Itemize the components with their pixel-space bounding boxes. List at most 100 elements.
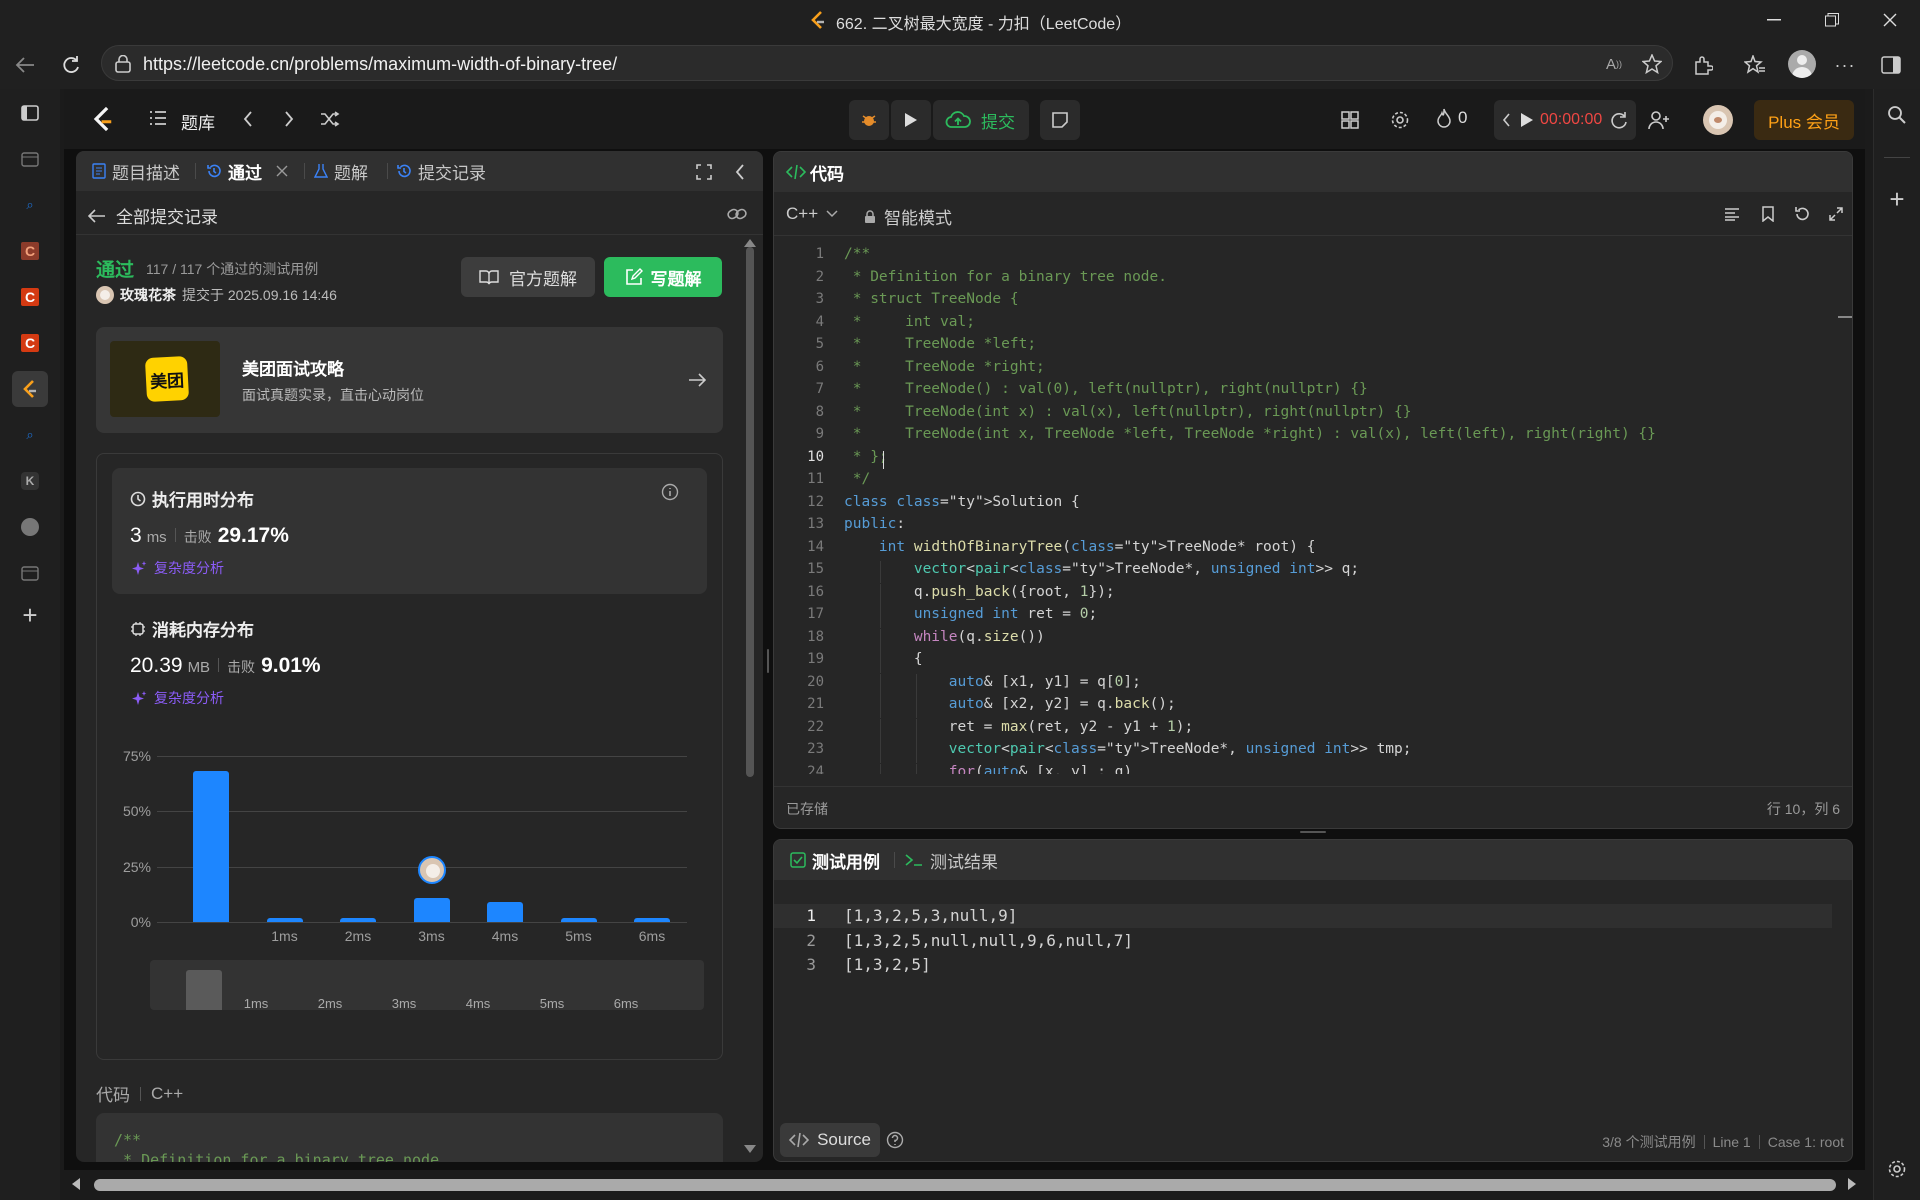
code-line[interactable]: while(q.size()) (844, 629, 1045, 645)
smart-mode[interactable]: 智能模式 (864, 204, 952, 229)
restore-icon[interactable] (1818, 6, 1846, 34)
bookmark-icon[interactable] (1758, 204, 1778, 224)
layout-icon[interactable] (1338, 108, 1362, 132)
vertical-resize-handle[interactable] (767, 649, 769, 673)
back-to-submissions[interactable]: 全部提交记录 (88, 203, 218, 228)
code-line[interactable]: auto& [x1, y1] = q[0]; (844, 674, 1141, 690)
close-tab-icon[interactable] (276, 165, 288, 177)
list-icon[interactable] (148, 108, 168, 128)
favorite-star-icon[interactable] (1640, 52, 1664, 76)
shuffle-icon[interactable] (318, 107, 342, 131)
tab-leetcode-icon[interactable] (12, 371, 48, 407)
format-icon[interactable] (1722, 204, 1742, 224)
tab-k-icon[interactable]: K (12, 463, 48, 499)
tab-actions-icon[interactable] (12, 95, 48, 131)
submit-button[interactable]: 提交 (933, 100, 1029, 140)
write-solution-button[interactable]: 写题解 (604, 257, 722, 297)
code-line[interactable]: q.push_back({root, 1}); (844, 584, 1115, 600)
tab-testcase[interactable]: 测试用例 (790, 840, 880, 880)
code-line[interactable]: for(auto& [x, y] : q) (844, 764, 1132, 775)
streak-counter[interactable]: 0 (1436, 108, 1467, 128)
bar-6ms[interactable] (634, 917, 670, 922)
code-line[interactable]: * Definition for a binary tree node. (844, 269, 1167, 285)
code-line[interactable]: int widthOfBinaryTree(class="ty">TreeNod… (844, 539, 1316, 555)
chart-navigator[interactable]: 1ms 2ms 3ms 4ms 5ms 6ms (150, 960, 704, 1011)
help-icon[interactable] (886, 1131, 904, 1149)
tab-code[interactable]: 代码 (786, 152, 844, 192)
extensions-icon[interactable] (1690, 52, 1716, 78)
read-aloud-icon[interactable]: A)) (1602, 52, 1626, 76)
back-arrow-icon[interactable] (10, 50, 40, 80)
collapse-panel-icon[interactable] (730, 162, 750, 182)
code-line[interactable]: vector<pair<class="ty">TreeNode*, unsign… (844, 561, 1359, 577)
tab-calendar-icon[interactable] (12, 141, 48, 177)
tab-c-icon-3[interactable]: C (12, 325, 48, 361)
sidebar-add-icon[interactable]: + (1883, 184, 1911, 214)
testcase-list[interactable]: 1 [1,3,2,5,3,null,9] 2 [1,3,2,5,null,null,9… (774, 904, 1834, 986)
tab-accepted[interactable]: 通过 (206, 151, 288, 191)
play-timer-icon[interactable] (1520, 112, 1534, 128)
bar-2ms[interactable] (340, 917, 376, 922)
more-menu-icon[interactable]: ··· (1832, 52, 1858, 78)
official-solution-button[interactable]: 官方题解 (461, 257, 595, 297)
tab-c-icon-2[interactable]: C (12, 279, 48, 315)
code-line[interactable]: /** (844, 246, 870, 262)
favorites-icon[interactable] (1742, 52, 1768, 78)
code-line[interactable]: * }; (844, 449, 888, 465)
testcase-input[interactable]: [1,3,2,5,3,null,9] (844, 906, 1017, 925)
code-line[interactable]: * TreeNode *left; (844, 336, 1036, 352)
fullscreen-icon[interactable] (694, 162, 714, 182)
bar-0ms[interactable] (193, 771, 229, 922)
add-friend-icon[interactable] (1646, 107, 1672, 133)
code-line[interactable]: * TreeNode(int x) : val(x), left(nullptr… (844, 404, 1412, 420)
runtime-analysis-link[interactable]: 复杂度分析 (130, 558, 224, 578)
code-line[interactable]: * TreeNode() : val(0), left(nullptr), ri… (844, 381, 1368, 397)
tab-submissions[interactable]: 提交记录 (396, 151, 486, 191)
code-line[interactable]: * int val; (844, 314, 975, 330)
reset-timer-icon[interactable] (1610, 111, 1628, 129)
plus-member-button[interactable]: Plus 会员 (1754, 100, 1854, 140)
new-tab-icon[interactable]: + (12, 597, 48, 633)
tab-testresult[interactable]: 测试结果 (904, 840, 998, 880)
reload-icon[interactable] (56, 50, 86, 80)
bar-4ms[interactable] (487, 902, 523, 922)
sidebar-search-icon[interactable] (1883, 101, 1911, 129)
tab-search-icon[interactable]: ⌕ (12, 187, 48, 223)
address-bar[interactable]: https://leetcode.cn/problems/maximum-wid… (101, 45, 1673, 81)
tab-description[interactable]: 题目描述 (92, 151, 180, 191)
share-link-icon[interactable] (726, 203, 748, 225)
tab-c-icon-1[interactable]: C (12, 233, 48, 269)
timer[interactable]: 00:00:00 (1494, 100, 1636, 140)
code-line[interactable]: ret = max(ret, y2 - y1 + 1); (844, 719, 1193, 735)
notes-icon[interactable] (1040, 100, 1080, 140)
run-icon[interactable] (891, 100, 931, 140)
horizontal-resize-handle[interactable] (1300, 831, 1326, 833)
page-h-scrollbar[interactable] (94, 1179, 1836, 1191)
scroll-right-arrow-icon[interactable] (1848, 1178, 1856, 1190)
testcase-input[interactable]: [1,3,2,5,null,null,9,6,null,7] (844, 931, 1133, 950)
source-button[interactable]: Source (780, 1123, 880, 1157)
settings-gear-icon[interactable] (1883, 1155, 1911, 1183)
problem-bank-link[interactable]: 题库 (181, 109, 215, 134)
profile-avatar[interactable] (1788, 50, 1816, 78)
next-problem-icon[interactable] (277, 107, 301, 131)
testcase-input[interactable]: [1,3,2,5] (844, 955, 931, 974)
meituan-ad-card[interactable]: 美团 美团面试攻略 面试真题实录，直击心动岗位 (96, 327, 723, 433)
submitter-name[interactable]: 玫瑰花茶 (120, 285, 176, 305)
debug-icon[interactable] (849, 100, 889, 140)
code-line[interactable]: * struct TreeNode { (844, 291, 1019, 307)
leetcode-logo-icon[interactable] (92, 106, 114, 132)
my-submission-avatar[interactable] (417, 855, 446, 884)
code-line[interactable]: vector<pair<class="ty">TreeNode*, unsign… (844, 741, 1412, 757)
scroll-left-arrow-icon[interactable] (72, 1178, 80, 1190)
reset-code-icon[interactable] (1792, 204, 1812, 224)
tab-calendar-icon-2[interactable] (12, 555, 48, 591)
info-icon[interactable] (660, 482, 680, 502)
tab-github-icon[interactable] (12, 509, 48, 545)
settings-icon[interactable] (1388, 108, 1412, 132)
code-line[interactable]: auto& [x2, y2] = q.back(); (844, 696, 1176, 712)
collapse-timer-icon[interactable] (1502, 113, 1512, 127)
sidebar-toggle-icon[interactable] (1878, 52, 1904, 78)
code-line[interactable]: * TreeNode(int x, TreeNode *left, TreeNo… (844, 426, 1656, 442)
minimize-icon[interactable] (1760, 6, 1788, 34)
